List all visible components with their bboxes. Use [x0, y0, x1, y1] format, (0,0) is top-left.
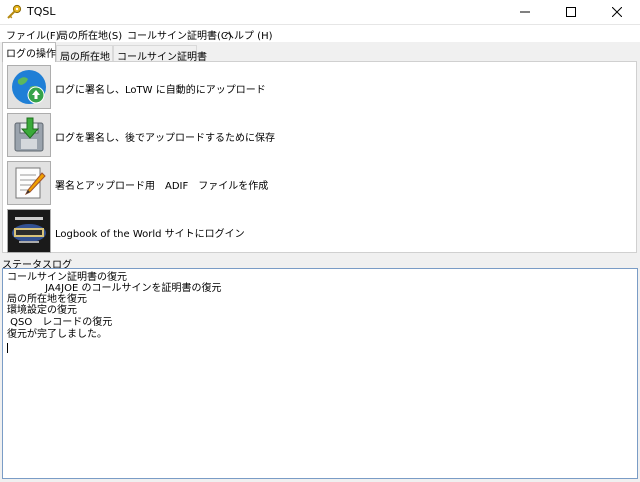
create-adif-label: 署名とアップロード用 ADIF ファイルを作成 [55, 181, 269, 192]
log-line: 局の所在地を復元 [7, 294, 87, 305]
tab-log-operations[interactable]: ログの操作 [2, 42, 56, 62]
text-caret [7, 343, 8, 353]
menu-file[interactable]: ファイル(F) [6, 27, 60, 42]
tab-label: ログの操作 [6, 49, 56, 60]
tab-station-locations[interactable]: 局の所在地 [56, 45, 113, 63]
sign-save-button[interactable] [7, 113, 51, 157]
menu-bar: ファイル(F) 局の所在地(S) コールサイン証明書(C) ヘルプ (H) [0, 25, 640, 42]
save-disk-icon [14, 117, 44, 152]
lotw-login-label: Logbook of the World サイトにログイン [55, 229, 245, 240]
edit-document-icon [15, 167, 46, 199]
window-title: TQSL [27, 5, 56, 18]
minimize-button[interactable] [502, 0, 548, 24]
lotw-login-button[interactable] [7, 209, 51, 253]
create-adif-button[interactable] [7, 161, 51, 205]
log-line: コールサイン証明書の復元 [7, 272, 127, 283]
log-operations-panel: ログに署名し、LoTW に自動的にアップロード ログを署名し、後でアップロードす… [2, 61, 637, 253]
action-sign-upload: ログに署名し、LoTW に自動的にアップロード [7, 65, 307, 111]
maximize-button[interactable] [548, 0, 594, 24]
title-bar: TQSL [0, 0, 640, 25]
globe-upload-icon [12, 70, 46, 104]
menu-help[interactable]: ヘルプ (H) [224, 27, 273, 42]
log-line: JA4JOE のコールサインを証明書の復元 [7, 283, 222, 294]
log-line: QSO レコードの復元 [7, 317, 113, 328]
action-create-adif: 署名とアップロード用 ADIF ファイルを作成 [7, 161, 307, 207]
key-icon [6, 4, 22, 20]
sign-save-label: ログを署名し、後でアップロードするために保存 [55, 133, 275, 144]
sign-upload-button[interactable] [7, 65, 51, 109]
minimize-icon [520, 11, 530, 13]
action-sign-save: ログを署名し、後でアップロードするために保存 [7, 113, 307, 159]
close-icon [612, 7, 622, 17]
status-log-textarea[interactable]: コールサイン証明書の復元 JA4JOE のコールサインを証明書の復元 局の所在地… [2, 268, 638, 479]
close-button[interactable] [594, 0, 640, 24]
menu-station-location[interactable]: 局の所在地(S) [58, 27, 122, 42]
log-line: 環境設定の復元 [7, 305, 77, 316]
tab-callsign-certificates[interactable]: コールサイン証明書 [113, 45, 207, 63]
lotw-logo-icon [9, 211, 49, 251]
maximize-icon [566, 7, 576, 17]
log-line: 復元が完了しました。 [7, 329, 107, 340]
action-lotw-login: Logbook of the World サイトにログイン [7, 209, 307, 255]
sign-upload-label: ログに署名し、LoTW に自動的にアップロード [55, 85, 266, 96]
menu-callsign-certificate[interactable]: コールサイン証明書(C) [127, 27, 232, 42]
